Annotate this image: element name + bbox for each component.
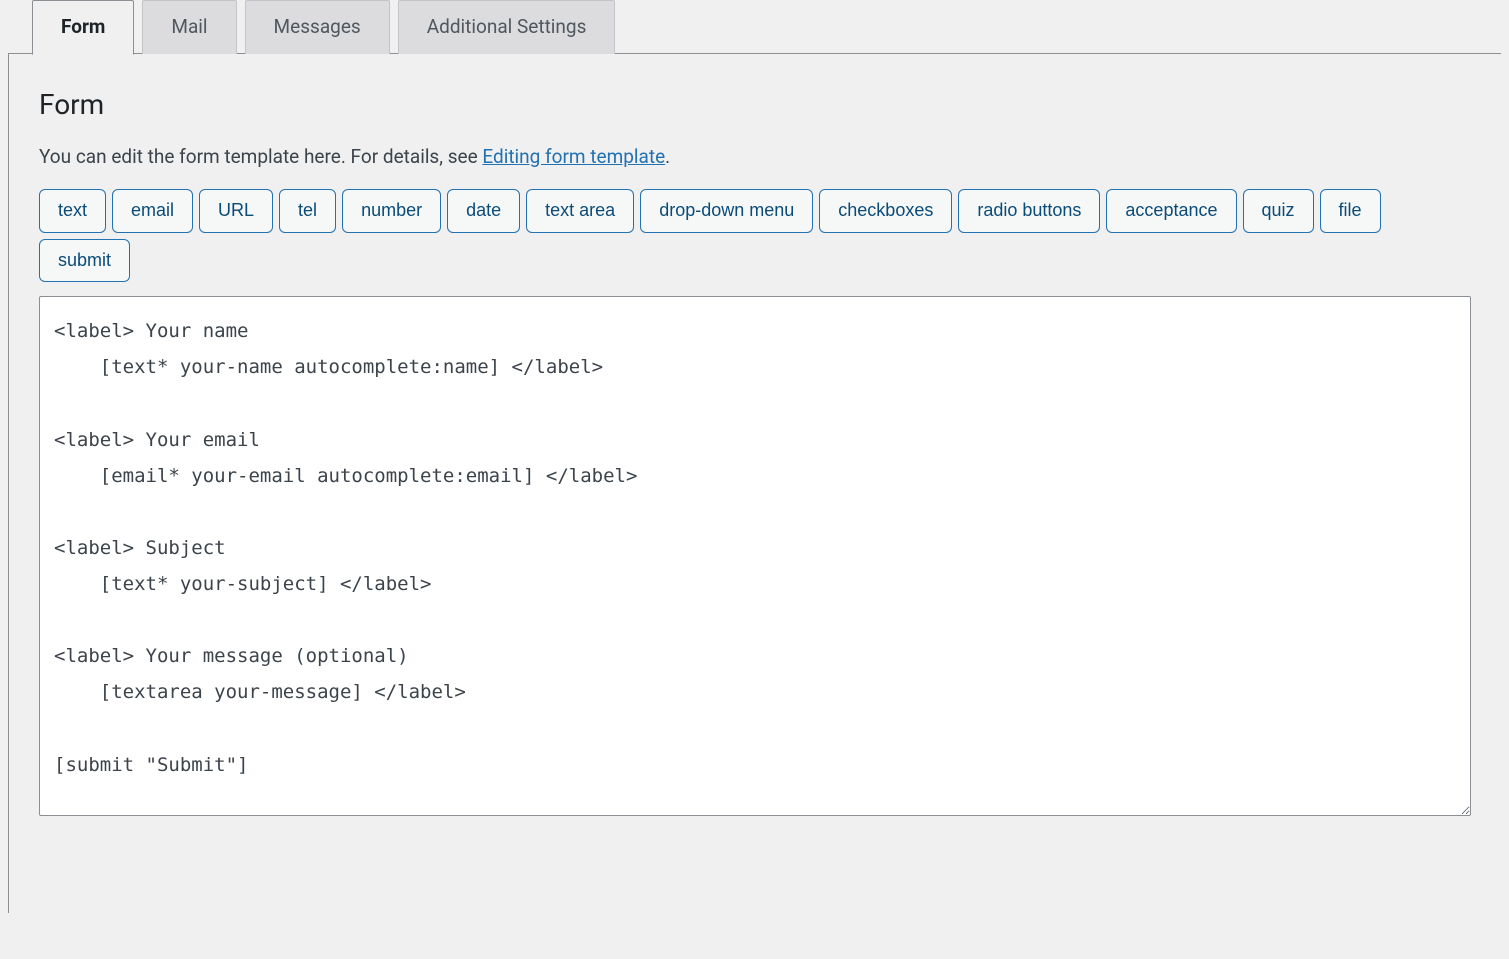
tag-textarea-button[interactable]: text area (526, 189, 634, 233)
form-panel: Form You can edit the form template here… (8, 53, 1501, 913)
editing-form-template-link[interactable]: Editing form template (482, 145, 665, 168)
section-description: You can edit the form template here. For… (39, 143, 1471, 172)
tag-radio-button[interactable]: radio buttons (958, 189, 1100, 233)
tag-url-button[interactable]: URL (199, 189, 273, 233)
tab-messages[interactable]: Messages (245, 0, 390, 54)
tag-email-button[interactable]: email (112, 189, 193, 233)
tab-form[interactable]: Form (32, 0, 134, 55)
tag-dropdown-button[interactable]: drop-down menu (640, 189, 813, 233)
tag-checkboxes-button[interactable]: checkboxes (819, 189, 952, 233)
form-template-textarea[interactable] (39, 296, 1471, 816)
tag-text-button[interactable]: text (39, 189, 106, 233)
section-title: Form (39, 88, 1471, 121)
tab-additional-settings[interactable]: Additional Settings (398, 0, 616, 54)
tag-submit-button[interactable]: submit (39, 239, 130, 283)
tag-file-button[interactable]: file (1320, 189, 1381, 233)
tab-mail[interactable]: Mail (142, 0, 236, 54)
tag-date-button[interactable]: date (447, 189, 520, 233)
tag-tel-button[interactable]: tel (279, 189, 336, 233)
desc-text-prefix: You can edit the form template here. For… (39, 145, 482, 168)
tag-quiz-button[interactable]: quiz (1243, 189, 1314, 233)
tab-bar: Form Mail Messages Additional Settings (32, 0, 1501, 54)
tag-acceptance-button[interactable]: acceptance (1106, 189, 1236, 233)
tag-number-button[interactable]: number (342, 189, 441, 233)
desc-text-suffix: . (665, 145, 670, 168)
tag-generator-toolbar: text email URL tel number date text area… (39, 189, 1471, 282)
